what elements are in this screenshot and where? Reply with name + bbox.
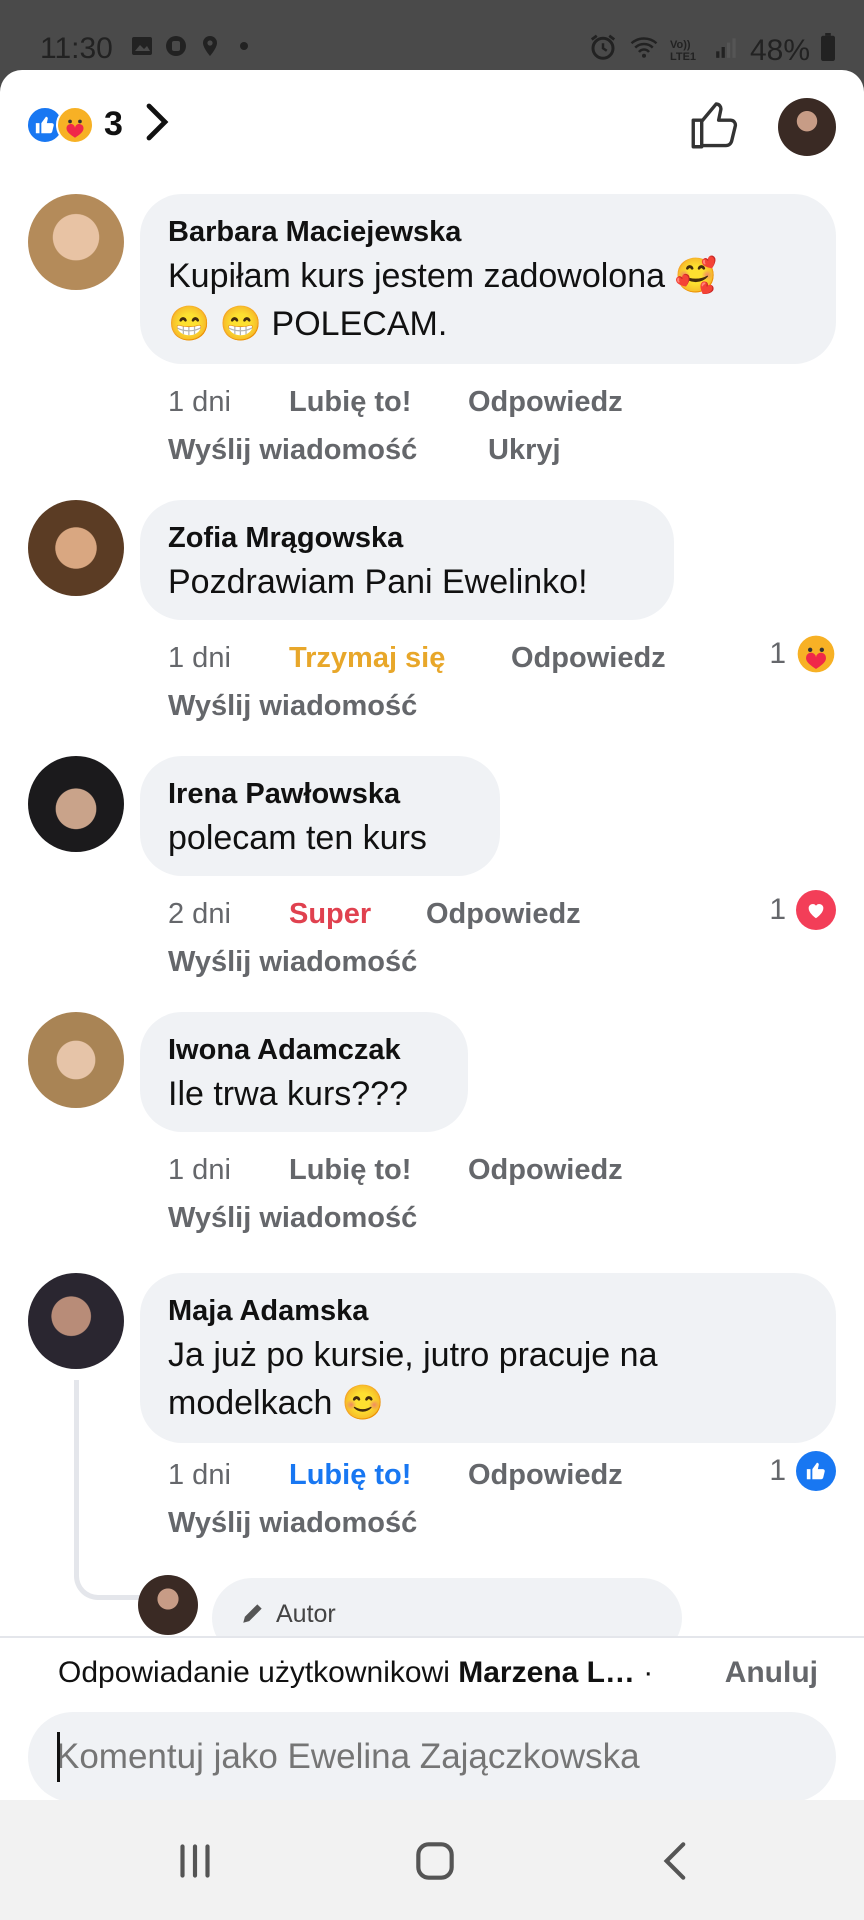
status-time: 11:30 <box>40 32 113 65</box>
comment-time: 1 dni <box>168 1459 231 1491</box>
shield-icon <box>164 34 188 58</box>
comment-author[interactable]: Irena Pawłowska <box>168 774 472 814</box>
like-action[interactable]: Lubię to! <box>289 1154 411 1187</box>
network-label: Vo)) LTE1 <box>669 39 697 63</box>
reply-action[interactable]: Odpowiedz <box>468 386 623 419</box>
comment-actions: 2 dni Super Odpowiedz Wyślij wiadomość <box>168 898 818 988</box>
home-button[interactable] <box>410 1836 460 1886</box>
comment-time: 2 dni <box>168 898 231 930</box>
comment-text-line: Ile trwa kurs??? <box>168 1075 408 1113</box>
reaction-count: 1 <box>769 637 786 670</box>
reply-action[interactable]: Odpowiedz <box>511 642 666 675</box>
send-message-action[interactable]: Wyślij wiadomość <box>168 946 417 979</box>
reply-composer: Odpowiadanie użytkownikowi Marzena L… · … <box>0 1636 864 1800</box>
comment-text-line: modelkach 😊 <box>168 1384 385 1422</box>
text-cursor <box>57 1732 60 1782</box>
cancel-reply-button[interactable]: Anuluj <box>725 1656 818 1690</box>
like-action[interactable]: Lubię to! <box>289 386 411 419</box>
like-action-active[interactable]: Lubię to! <box>289 1459 411 1492</box>
comment-actions: 1 dni Lubię to! Odpowiedz Wyślij wiadomo… <box>168 386 818 476</box>
comment-reactions[interactable]: 1 <box>769 634 836 674</box>
send-message-action[interactable]: Wyślij wiadomość <box>168 1507 417 1540</box>
wifi-icon <box>628 32 660 70</box>
signal-icon <box>714 34 740 68</box>
back-button[interactable] <box>652 1836 702 1886</box>
comment-time: 1 dni <box>168 1154 231 1186</box>
avatar[interactable] <box>28 500 124 596</box>
reactions-header: 3 <box>0 70 864 180</box>
comment-actions: 1 dni Lubię to! Odpowiedz Wyślij wiadomo… <box>168 1459 818 1549</box>
gallery-icon <box>130 34 154 58</box>
author-badge: Autor <box>276 1600 336 1628</box>
pencil-icon <box>240 1600 266 1631</box>
avatar[interactable] <box>28 194 124 290</box>
chevron-right-icon <box>145 102 171 147</box>
status-notification-icons <box>130 34 256 58</box>
avatar[interactable] <box>28 756 124 852</box>
comment-time: 1 dni <box>168 642 231 674</box>
love-reaction-icon <box>796 890 836 930</box>
status-bar: 11:30 Vo)) LTE1 48% <box>0 0 864 72</box>
comment-bubble: Irena Pawłowska polecam ten kurs <box>140 756 500 876</box>
system-nav-bar <box>0 1800 864 1920</box>
reply-action[interactable]: Odpowiedz <box>426 898 581 931</box>
replying-to-label: Odpowiadanie użytkownikowi Marzena L… · <box>58 1656 653 1690</box>
comment-actions: 1 dni Lubię to! Odpowiedz Wyślij wiadomo… <box>168 1154 818 1244</box>
reply-action[interactable]: Odpowiedz <box>468 1459 623 1492</box>
separator: · <box>634 1656 654 1689</box>
care-reaction-icon <box>56 105 94 144</box>
location-icon <box>198 34 222 58</box>
recent-apps-button[interactable] <box>170 1836 220 1886</box>
reaction-count: 3 <box>104 105 123 143</box>
comment-bubble: Maja Adamska Ja już po kursie, jutro pra… <box>140 1273 836 1443</box>
send-message-action[interactable]: Wyślij wiadomość <box>168 1202 417 1235</box>
care-reaction-icon <box>796 634 836 674</box>
send-message-action[interactable]: Wyślij wiadomość <box>168 434 417 467</box>
avatar[interactable] <box>28 1273 124 1369</box>
comment-reactions[interactable]: 1 <box>769 890 836 930</box>
comment-text-line: polecam ten kurs <box>168 819 427 857</box>
comment-text-line: 😁 😁 POLECAM. <box>168 305 448 343</box>
comment-text-line: Ja już po kursie, jutro pracuje na <box>168 1336 658 1374</box>
comment-time: 1 dni <box>168 386 231 418</box>
like-post-button[interactable] <box>686 96 744 154</box>
current-user-avatar[interactable] <box>778 98 836 156</box>
send-message-action[interactable]: Wyślij wiadomość <box>168 690 417 723</box>
hide-action[interactable]: Ukryj <box>488 434 561 467</box>
comment-author[interactable]: Iwona Adamczak <box>168 1030 440 1070</box>
comment-bubble: Barbara Maciejewska Kupiłam kurs jestem … <box>140 194 836 364</box>
comment-bubble: Iwona Adamczak Ile trwa kurs??? <box>140 1012 468 1132</box>
alarm-icon <box>588 32 618 70</box>
avatar[interactable] <box>138 1575 198 1635</box>
like-reaction-icon <box>796 1451 836 1491</box>
reaction-summary-button[interactable]: 3 <box>26 102 171 147</box>
comment-actions: 1 dni Trzymaj się Odpowiedz Wyślij wiado… <box>168 642 818 732</box>
dot-icon <box>232 34 256 58</box>
comment-reactions[interactable]: 1 <box>769 1451 836 1491</box>
replying-prefix: Odpowiadanie użytkownikowi <box>58 1656 459 1689</box>
comment-author[interactable]: Zofia Mrągowska <box>168 518 646 558</box>
comment-text-line: Kupiłam kurs jestem zadowolona 🥰 <box>168 257 717 295</box>
avatar[interactable] <box>28 1012 124 1108</box>
replying-name: Marzena L… <box>458 1656 635 1689</box>
battery-percent: 48% <box>749 34 810 67</box>
care-action[interactable]: Trzymaj się <box>289 642 445 675</box>
status-system-icons: Vo)) LTE1 48% <box>588 32 836 70</box>
comment-text-line: Pozdrawiam Pani Ewelinko! <box>168 563 588 601</box>
comment-author[interactable]: Maja Adamska <box>168 1291 808 1331</box>
reaction-count: 1 <box>769 1454 786 1487</box>
comment-input[interactable] <box>28 1712 836 1800</box>
reaction-count: 1 <box>769 893 786 926</box>
comments-sheet: 3 Barbara Maciejewska Kupiłam kurs jeste… <box>0 70 864 1800</box>
battery-icon <box>820 33 836 69</box>
comment-author[interactable]: Barbara Maciejewska <box>168 212 808 252</box>
love-action[interactable]: Super <box>289 898 371 931</box>
thread-connector <box>74 1380 142 1600</box>
reply-action[interactable]: Odpowiedz <box>468 1154 623 1187</box>
comment-bubble: Zofia Mrągowska Pozdrawiam Pani Ewelinko… <box>140 500 674 620</box>
